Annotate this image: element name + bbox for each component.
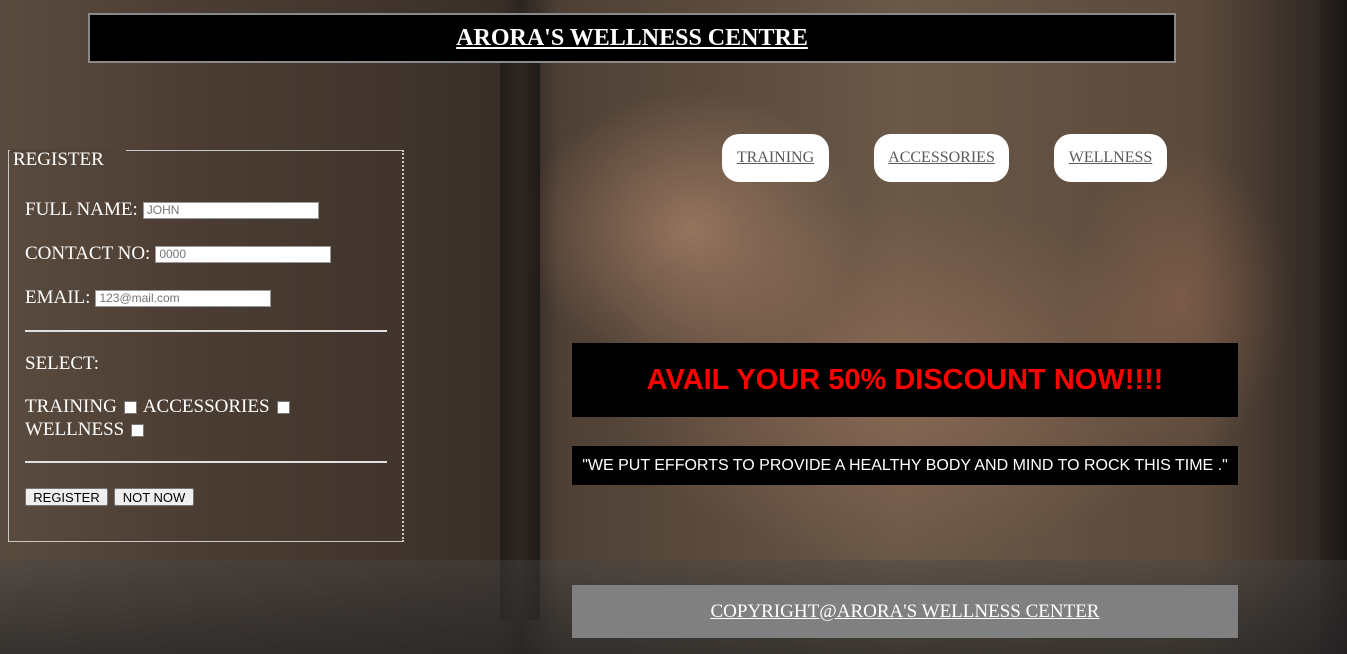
register-form: REGISTER FULL NAME: CONTACT NO: EMAIL: S… [8,149,404,542]
contact-row: CONTACT NO: [25,243,332,265]
site-header: ARORA'S WELLNESS CENTRE [88,13,1176,63]
contact-label: CONTACT NO: [25,243,151,264]
not-now-button[interactable]: NOT NOW [114,488,194,506]
background-pillar [500,60,540,620]
email-input[interactable] [95,289,272,307]
training-checkbox[interactable] [123,400,137,414]
full-name-row: FULL NAME: [25,199,319,221]
discount-banner: AVAIL YOUR 50% DISCOUNT NOW!!!! [572,343,1238,417]
site-title[interactable]: ARORA'S WELLNESS CENTRE [456,25,808,52]
nav-accessories-link[interactable]: ACCESSORIES [874,134,1009,182]
options-row-1: TRAINING ACCESSORIES [25,396,296,418]
email-label: EMAIL: [25,287,91,308]
discount-text: AVAIL YOUR 50% DISCOUNT NOW!!!! [646,363,1164,396]
email-row: EMAIL: [25,287,272,309]
divider [25,461,387,463]
option-wellness-label: WELLNESS [25,419,125,440]
accessories-checkbox[interactable] [276,400,290,414]
wellness-checkbox[interactable] [131,423,145,437]
tagline-quote: "WE PUT EFFORTS TO PROVIDE A HEALTHY BOD… [572,446,1238,485]
register-button[interactable]: REGISTER [25,488,108,506]
select-label: SELECT: [25,353,99,374]
option-training-label: TRAINING [25,396,117,417]
nav-training-link[interactable]: TRAINING [722,134,829,182]
background-pillar-right [1320,0,1347,654]
contact-input[interactable] [155,245,332,263]
divider [25,330,387,332]
select-label-row: SELECT: [25,353,99,375]
nav-wellness-link[interactable]: WELLNESS [1054,134,1167,182]
option-accessories-label: ACCESSORIES [142,396,270,417]
options-row-2: WELLNESS [25,419,150,441]
full-name-label: FULL NAME: [25,199,138,220]
register-legend: REGISTER [13,149,104,170]
full-name-input[interactable] [142,201,319,219]
footer-copyright[interactable]: COPYRIGHT@ARORA'S WELLNESS CENTER [572,585,1238,638]
